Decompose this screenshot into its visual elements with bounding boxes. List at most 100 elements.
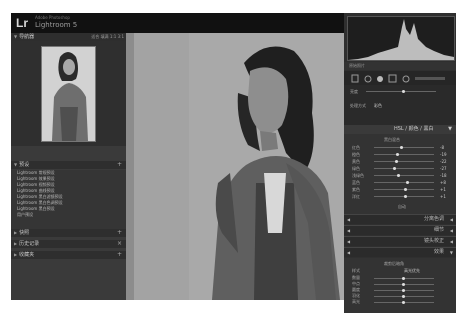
slider-value: -22 — [440, 159, 447, 164]
spot-removal-icon — [364, 75, 372, 83]
snapshots-header[interactable]: ▶ 快照 + — [11, 229, 126, 237]
tool-icons[interactable] — [344, 72, 456, 86]
slider-knob[interactable] — [396, 153, 399, 156]
presets-title: 预设 — [19, 162, 30, 168]
brush-icon — [415, 77, 445, 80]
slider-knob[interactable] — [404, 188, 407, 191]
hsl-section-header[interactable]: HSL / 颜色 / 黑白 ▼ — [344, 125, 456, 134]
develop-right-panel: 原始照片 亮度 处理方式 彩色 HSL / 颜色 / 黑白 ▼ 黑白混合 红色 … — [344, 13, 456, 313]
history-header[interactable]: ▶ 历史记录 × — [11, 240, 126, 248]
zoom-fit[interactable]: 适合 — [91, 34, 99, 39]
histogram-graph — [348, 19, 454, 60]
history-title: 历史记录 — [19, 241, 40, 247]
slider-knob[interactable] — [402, 283, 405, 286]
hsl-title: HSL / 颜色 / 黑白 — [394, 126, 434, 132]
presets-header[interactable]: ▼ 预设 + — [11, 161, 126, 169]
snapshots-title: 快照 — [19, 230, 30, 236]
slider-value: -18 — [440, 173, 447, 178]
expand-triangle-icon: ▶ — [14, 241, 18, 246]
slider-track[interactable] — [374, 161, 434, 162]
add-snapshot-icon[interactable]: + — [117, 229, 122, 236]
slider-knob[interactable] — [404, 195, 407, 198]
detail-header[interactable]: ◀ 细节 ◀ — [344, 225, 456, 235]
effect-slider-list: 数量 中点 圆度 羽化 高光 — [344, 275, 456, 305]
lens-correction-title: 镜头校正 — [423, 238, 444, 244]
slider-knob[interactable] — [400, 146, 403, 149]
presets-list: Lightroom 常规预设 Lightroom 效果预设 Lightroom … — [11, 170, 126, 230]
preset-folder[interactable]: 用户预设 — [11, 212, 126, 218]
auto-button[interactable]: 自动 — [398, 204, 406, 210]
vignette-label: 裁剪后暗角 — [384, 261, 404, 266]
slider-track[interactable] — [374, 182, 434, 183]
basic-adjust-area: 亮度 处理方式 彩色 — [344, 85, 456, 125]
brightness-slider-knob[interactable] — [402, 90, 405, 93]
zoom-3-1[interactable]: 3:1 — [118, 34, 124, 39]
portrait-photo-image — [212, 46, 340, 300]
bw-slider-row[interactable]: 绿色 -27 — [344, 165, 456, 172]
navigator-thumbnail[interactable] — [41, 46, 96, 142]
bw-mix-label: 黑白混合 — [384, 137, 400, 142]
effects-header[interactable]: ◀ 效果 ▼ — [344, 247, 456, 257]
navigator-header[interactable]: ▼ 导航器 适合 填满 1:1 3:1 — [11, 33, 126, 41]
slider-track[interactable] — [374, 175, 434, 176]
bw-slider-row[interactable]: 橙色 -19 — [344, 151, 456, 158]
zoom-1-1[interactable]: 1:1 — [110, 34, 116, 39]
slider-knob[interactable] — [402, 277, 405, 280]
slider-knob[interactable] — [393, 167, 396, 170]
crop-icon — [351, 74, 359, 83]
collapse-triangle-icon: ▼ — [14, 162, 18, 167]
effect-slider-row[interactable]: 高光 — [344, 299, 456, 305]
bw-slider-row[interactable]: 红色 -8 — [344, 144, 456, 151]
slider-label: 洋红 — [352, 194, 360, 199]
portrait-thumbnail-image — [42, 47, 95, 141]
bw-slider-row[interactable]: 紫色 +1 — [344, 186, 456, 193]
tool-strip — [344, 71, 456, 85]
slider-value: -27 — [440, 166, 447, 171]
red-eye-icon — [377, 76, 383, 82]
collapse-triangle-icon: ▼ — [448, 126, 452, 132]
navigator-preview[interactable] — [11, 41, 126, 146]
slider-knob[interactable] — [406, 181, 409, 184]
bw-slider-row[interactable]: 蓝色 +8 — [344, 179, 456, 186]
slider-knob[interactable] — [402, 289, 405, 292]
collapse-triangle-icon: ▼ — [14, 34, 18, 39]
slider-knob[interactable] — [402, 301, 405, 304]
zoom-fill[interactable]: 填满 — [101, 34, 109, 39]
effects-panel: 裁剪后暗角 样式 高光优先 数量 中点 圆度 羽化 高光 — [344, 258, 456, 313]
add-collection-icon[interactable]: + — [117, 251, 122, 258]
style-value[interactable]: 高光优先 — [404, 268, 420, 274]
brightness-slider-track[interactable] — [366, 91, 436, 92]
lightroom-window: Lr Adobe Photoshop Lightroom 5 ▼ 导航器 适合 填… — [11, 13, 344, 300]
split-tone-header[interactable]: ◀ 分离色调 ◀ — [344, 214, 456, 224]
add-preset-icon[interactable]: + — [117, 161, 122, 168]
slider-value: -8 — [440, 145, 444, 150]
detail-title: 细节 — [433, 227, 444, 233]
left-panel: ▼ 导航器 适合 填满 1:1 3:1 ▼ 预设 + Lightroom 常规预… — [11, 33, 126, 300]
navigator-zoom-options[interactable]: 适合 填满 1:1 3:1 — [91, 33, 124, 41]
split-tone-title: 分离色调 — [423, 216, 444, 222]
slider-label: 高光 — [352, 299, 360, 304]
slider-track[interactable] — [374, 154, 434, 155]
slider-track[interactable] — [374, 147, 434, 148]
graduated-filter-icon — [388, 74, 397, 83]
histogram[interactable] — [347, 16, 455, 61]
lr-logo: Lr — [16, 16, 28, 30]
bw-slider-row[interactable]: 浅绿色 -18 — [344, 172, 456, 179]
slider-value: +1 — [440, 187, 446, 192]
treatment-value[interactable]: 彩色 — [374, 103, 382, 109]
expand-triangle-icon: ▶ — [14, 252, 18, 257]
expand-triangle-icon: ◀ — [347, 217, 351, 222]
lens-correction-header[interactable]: ◀ 镜头校正 ◀ — [344, 236, 456, 246]
slider-knob[interactable] — [395, 160, 398, 163]
bw-slider-row[interactable]: 黄色 -22 — [344, 158, 456, 165]
collections-header[interactable]: ▶ 收藏夹 + — [11, 251, 126, 259]
bw-slider-row[interactable]: 洋红 +1 — [344, 193, 456, 200]
clear-history-icon[interactable]: × — [117, 240, 122, 247]
slider-knob[interactable] — [397, 174, 400, 177]
effects-title: 效果 — [433, 249, 444, 255]
style-label: 样式 — [352, 268, 360, 273]
slider-track[interactable] — [374, 168, 434, 169]
slider-knob[interactable] — [402, 295, 405, 298]
radial-filter-icon — [402, 75, 410, 83]
main-photo-view[interactable] — [126, 33, 344, 300]
